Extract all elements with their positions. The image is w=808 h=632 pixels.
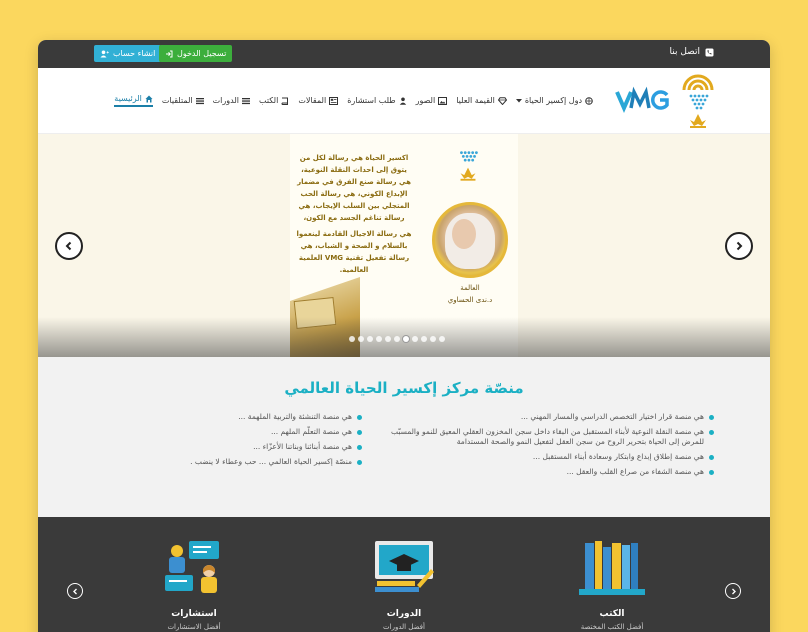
slider-next-button[interactable] — [725, 232, 753, 260]
slider-dot[interactable] — [412, 336, 418, 342]
nav-item-countries-dropdown[interactable]: دول إكسير الحياة — [515, 94, 593, 107]
about-point: هي منصة التنشئة والتربية الملهمة ... — [132, 412, 362, 422]
chevron-left-icon — [72, 588, 77, 594]
nav-item-articles[interactable]: المقالات — [298, 94, 339, 107]
about-title: منصّة مركز إكسير الحياة العالمي — [284, 379, 524, 397]
phone-icon — [705, 48, 714, 56]
nav-label-home: الرئيسية — [114, 94, 142, 103]
service-card-courses[interactable]: الدورات أفضل الدورات — [354, 539, 454, 631]
chevron-right-icon — [731, 588, 736, 594]
poster-paragraph-1: اكسير الحياة هي رسالة لكل من يتوق إلى اح… — [297, 154, 411, 222]
nav-label-forums: المتلقيات — [161, 96, 193, 105]
nav-item-books[interactable]: الكتب — [259, 94, 289, 107]
slider-dot[interactable] — [430, 336, 436, 342]
about-point: هي منصة التعلّم الملهم ... — [132, 427, 362, 437]
list-icon — [195, 97, 204, 104]
top-bar: انشاء حساب تسجيل الدخول اتصل بنا — [38, 40, 770, 68]
vmg-logo[interactable] — [615, 86, 670, 114]
services-prev-button[interactable] — [67, 583, 83, 599]
caret-down-icon — [515, 98, 522, 102]
service-subtitle-consultations: أفضل الاستشارات — [167, 623, 221, 631]
login-label: تسجيل الدخول — [177, 49, 227, 58]
main-nav: الرئيسية المتلقيات الدورات الكتب المقالا… — [114, 94, 593, 107]
chevron-right-icon — [736, 241, 743, 251]
emblem-logo-small — [460, 151, 478, 181]
service-subtitle-books: أفضل الكتب المختصة — [580, 623, 644, 631]
about-points-left: هي منصة التنشئة والتربية الملهمة ... هي … — [132, 412, 362, 472]
hero-slider: اكسير الحياة هي رسالة لكل من يتوق إلى اح… — [38, 134, 770, 357]
book-icon — [281, 97, 289, 105]
image-icon — [438, 96, 448, 105]
contact-link[interactable]: اتصل بنا — [670, 47, 714, 57]
slider-dot[interactable] — [394, 336, 400, 342]
service-card-consultations[interactable]: استشارات أفضل الاستشارات — [144, 539, 244, 631]
service-card-books[interactable]: الكتب أفضل الكتب المختصة — [562, 539, 662, 631]
nav-label-courses: الدورات — [212, 96, 239, 105]
slider-dots — [349, 336, 445, 342]
signup-button[interactable]: انشاء حساب — [94, 45, 162, 62]
nav-item-home[interactable]: الرئيسية — [114, 94, 153, 107]
emblem-logo[interactable] — [680, 70, 716, 130]
nav-label-countries: دول إكسير الحياة — [524, 96, 582, 105]
chevron-left-icon — [65, 241, 72, 251]
slider-dot[interactable] — [403, 336, 409, 342]
nav-item-photos[interactable]: الصور — [416, 94, 448, 107]
about-section: منصّة مركز إكسير الحياة العالمي هي منصة … — [38, 357, 770, 517]
signup-label: انشاء حساب — [113, 49, 156, 58]
diamond-icon — [497, 96, 507, 105]
slider-prev-button[interactable] — [55, 232, 83, 260]
newspaper-icon — [329, 96, 339, 105]
about-point: هي منصة النقلة النوعية لأبناء المستقبل م… — [384, 427, 714, 447]
nav-label-books: الكتب — [258, 96, 279, 105]
about-point: هي منصة أبنائنا وبناتنا الأعزّاء ... — [132, 442, 362, 452]
contact-label: اتصل بنا — [669, 47, 700, 57]
consultation-chat-icon — [165, 541, 219, 593]
books-icon — [579, 541, 645, 595]
browser-window: انشاء حساب تسجيل الدخول اتصل بنا الرئيسي… — [38, 40, 770, 632]
graduation-monitor-icon — [375, 541, 434, 592]
caption-title: العالمة — [460, 284, 480, 292]
slider-dot[interactable] — [421, 336, 427, 342]
slider-dot[interactable] — [349, 336, 355, 342]
slider-dot[interactable] — [439, 336, 445, 342]
about-point: هي منصة الشفاء من صراع القلب والعقل ... — [384, 467, 714, 477]
slider-dot[interactable] — [376, 336, 382, 342]
site-header: الرئيسية المتلقيات الدورات الكتب المقالا… — [38, 68, 770, 134]
nav-label-articles: المقالات — [298, 96, 327, 105]
slider-dot[interactable] — [358, 336, 364, 342]
service-title-consultations: استشارات — [171, 609, 217, 619]
services-next-button[interactable] — [725, 583, 741, 599]
service-title-books: الكتب — [599, 609, 625, 619]
services-section: الكتب أفضل الكتب المختصة الدورات أفضل ال… — [38, 517, 770, 632]
caption-name: د.ندى الحساوي — [447, 296, 493, 304]
service-subtitle-courses: أفضل الدورات — [383, 623, 425, 631]
about-point: هي منصة إطلاق إبداع وابتكار وسعادة أبناء… — [384, 452, 714, 462]
about-points-right: هي منصة قرار اختيار التخصص الدراسي والمس… — [384, 412, 714, 482]
about-point: منصّة إكسير الحياة العالمي ... حب وعطاء … — [132, 457, 362, 467]
slider-dot[interactable] — [385, 336, 391, 342]
nav-item-consultation[interactable]: طلب استشارة — [347, 94, 406, 107]
nav-label-supreme-value: القيمة العليا — [456, 96, 495, 105]
list-icon — [241, 97, 250, 104]
user-icon — [399, 97, 406, 105]
home-icon — [145, 95, 153, 102]
portrait-caption: العالمة د.ندى الحساوي — [436, 282, 504, 306]
nav-item-supreme-value[interactable]: القيمة العليا — [456, 94, 507, 107]
about-point: هي منصة قرار اختيار التخصص الدراسي والمس… — [384, 412, 714, 422]
login-button[interactable]: تسجيل الدخول — [159, 45, 233, 62]
slider-dot[interactable] — [367, 336, 373, 342]
nav-label-photos: الصور — [415, 96, 436, 105]
nav-label-consultation: طلب استشارة — [347, 96, 396, 105]
service-title-courses: الدورات — [386, 609, 422, 619]
nav-item-courses[interactable]: الدورات — [213, 94, 250, 107]
poster-text: اكسير الحياة هي رسالة لكل من يتوق إلى اح… — [294, 152, 414, 276]
user-plus-icon — [100, 50, 109, 57]
globe-icon — [585, 96, 593, 105]
sign-in-icon — [166, 50, 173, 57]
poster-paragraph-2: هي رسالة الاجيال القادمة لينعموا بالسلام… — [296, 230, 412, 274]
portrait-image — [432, 202, 508, 278]
nav-item-forums[interactable]: المتلقيات — [162, 94, 204, 107]
